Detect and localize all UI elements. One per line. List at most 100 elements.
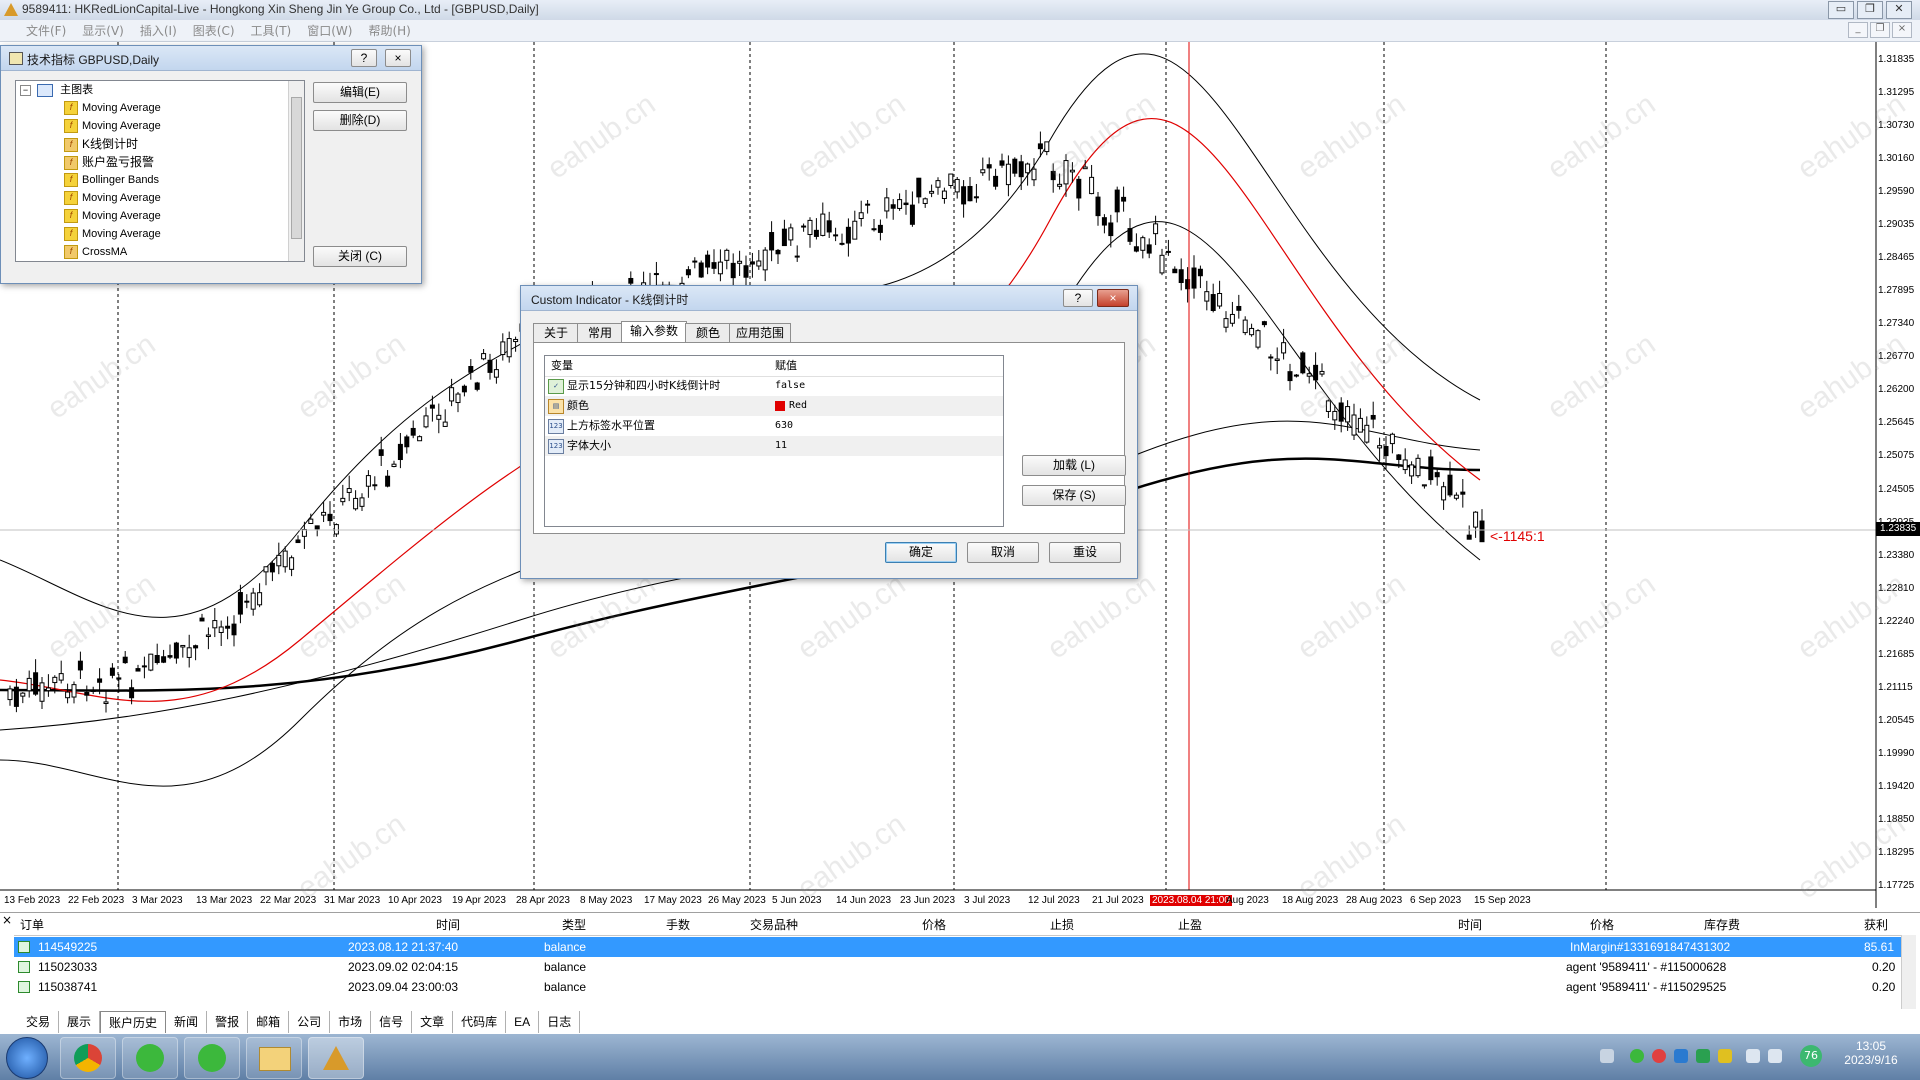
table-row[interactable]: 115038741 2023.09.04 23:00:03 balance ag… (14, 977, 1904, 997)
col-lots[interactable]: 手数 (666, 916, 690, 933)
edit-button[interactable]: 编辑(E) (313, 82, 407, 103)
start-orb-icon[interactable] (6, 1037, 48, 1079)
tree-scrollbar[interactable] (288, 81, 304, 261)
close-button[interactable]: 关闭 (C) (313, 246, 407, 267)
cancel-button[interactable]: 取消 (967, 542, 1039, 563)
tab-journal[interactable]: 日志 (539, 1011, 581, 1033)
tab-articles[interactable]: 文章 (412, 1011, 454, 1033)
param-value[interactable]: 630 (775, 416, 793, 436)
menu-file[interactable]: 文件(F) (18, 20, 74, 41)
header-value[interactable]: 赋值 (775, 356, 797, 376)
close-dialog-button[interactable]: × (1097, 289, 1129, 307)
menu-help[interactable]: 帮助(H) (360, 20, 418, 41)
table-row[interactable]: 114549225 2023.08.12 21:37:40 balance In… (14, 937, 1904, 957)
volume-icon[interactable] (1768, 1049, 1782, 1063)
shield-icon[interactable] (1696, 1049, 1710, 1063)
tree-root[interactable]: − 主图表 (20, 81, 93, 99)
sync-icon[interactable] (1630, 1049, 1644, 1063)
param-row[interactable]: ▤ 颜色 Red (545, 396, 1003, 416)
col-sl[interactable]: 止损 (1050, 916, 1074, 933)
tab-company[interactable]: 公司 (289, 1011, 331, 1033)
menu-tools[interactable]: 工具(T) (243, 20, 300, 41)
col-price[interactable]: 价格 (922, 916, 946, 933)
keyboard-icon[interactable] (1600, 1049, 1614, 1063)
tab-market[interactable]: 市场 (330, 1011, 372, 1033)
menu-window[interactable]: 窗口(W) (299, 20, 360, 41)
indicator-tree[interactable]: − 主图表 f Moving Average f Moving Average fK… (15, 80, 305, 262)
app-taskbar-button[interactable] (122, 1037, 178, 1079)
load-button[interactable]: 加载 (L) (1022, 455, 1126, 476)
col-type[interactable]: 类型 (562, 916, 586, 933)
app-taskbar-button[interactable] (184, 1037, 240, 1079)
color-swatch[interactable] (775, 401, 785, 411)
tree-item[interactable]: f Bollinger Bands (64, 171, 159, 189)
param-row[interactable]: 123 字体大小 11 (545, 436, 1003, 456)
param-value[interactable]: false (775, 376, 805, 396)
security-icon[interactable] (1652, 1049, 1666, 1063)
collapse-icon[interactable]: − (20, 84, 31, 96)
menu-view[interactable]: 显示(V) (74, 20, 132, 41)
close-window-button[interactable]: ✕ (1886, 1, 1912, 19)
menu-chart[interactable]: 图表(C) (185, 20, 243, 41)
tab-trade[interactable]: 交易 (18, 1011, 60, 1033)
mdi-restore-button[interactable]: ❐ (1870, 22, 1890, 38)
tree-item[interactable]: f K线倒计时 (64, 135, 138, 153)
col-close-price[interactable]: 价格 (1590, 916, 1614, 933)
tab-signals[interactable]: 信号 (371, 1011, 413, 1033)
delete-button[interactable]: 删除(D) (313, 110, 407, 131)
tab-about[interactable]: 关于 (533, 323, 579, 342)
col-time[interactable]: 时间 (436, 916, 460, 933)
terminal-scrollbar[interactable] (1901, 935, 1916, 1009)
tree-item[interactable]: f Moving Average (64, 225, 161, 243)
tab-visualization[interactable]: 应用范围 (729, 323, 791, 342)
tree-item[interactable]: f Moving Average (64, 117, 161, 135)
tree-item[interactable]: f 账户盈亏报警 (64, 153, 154, 171)
tab-colors[interactable]: 颜色 (685, 323, 731, 342)
clock[interactable]: 13:05 2023/9/16 (1836, 1039, 1906, 1067)
minimize-button[interactable]: ▭ (1828, 1, 1854, 19)
close-indicators-button[interactable]: × (385, 49, 411, 67)
tab-mailbox[interactable]: 邮箱 (248, 1011, 290, 1033)
indicators-window-titlebar[interactable]: 技术指标 GBPUSD,Daily ? × (1, 46, 421, 71)
parameters-table[interactable]: 变量 赋值 ✓ 显示15分钟和四小时K线倒计时 false ▤ 颜色 Red 1… (544, 355, 1004, 527)
chrome-taskbar-button[interactable] (60, 1037, 116, 1079)
metatrader-taskbar-button[interactable] (308, 1037, 364, 1079)
restore-button[interactable]: ❐ (1857, 1, 1883, 19)
tab-account-history[interactable]: 账户历史 (100, 1011, 167, 1033)
display-icon[interactable] (1746, 1049, 1760, 1063)
param-value[interactable]: Red (789, 396, 807, 416)
tree-item[interactable]: f Moving Average (64, 189, 161, 207)
mdi-minimize-button[interactable]: _ (1848, 22, 1868, 38)
save-button[interactable]: 保存 (S) (1022, 485, 1126, 506)
tab-news[interactable]: 新闻 (166, 1011, 208, 1033)
network-app-icon[interactable] (1674, 1049, 1688, 1063)
tab-code-base[interactable]: 代码库 (453, 1011, 507, 1033)
col-swap[interactable]: 库存费 (1704, 916, 1740, 933)
col-symbol[interactable]: 交易品种 (750, 916, 798, 933)
header-variable[interactable]: 变量 (551, 356, 573, 376)
tree-item[interactable]: f Moving Average (64, 99, 161, 117)
col-order[interactable]: 订单 (20, 916, 44, 933)
custom-indicator-titlebar[interactable]: Custom Indicator - K线倒计时 ? × (521, 286, 1137, 311)
param-row[interactable]: ✓ 显示15分钟和四小时K线倒计时 false (545, 376, 1003, 396)
tab-exposure[interactable]: 展示 (59, 1011, 101, 1033)
tab-inputs[interactable]: 输入参数 (621, 321, 687, 343)
tab-common[interactable]: 常用 (577, 323, 623, 342)
terminal-close-icon[interactable]: × (2, 913, 12, 927)
col-profit[interactable]: 获利 (1864, 916, 1888, 933)
menu-insert[interactable]: 插入(I) (132, 20, 185, 41)
explorer-taskbar-button[interactable] (246, 1037, 302, 1079)
scrollbar-thumb[interactable] (291, 97, 302, 239)
tab-alerts[interactable]: 警报 (207, 1011, 249, 1033)
ok-button[interactable]: 确定 (885, 542, 957, 563)
tree-item[interactable]: f CrossMA (64, 243, 127, 261)
col-tp[interactable]: 止盈 (1178, 916, 1202, 933)
star-icon[interactable] (1718, 1049, 1732, 1063)
reset-button[interactable]: 重设 (1049, 542, 1121, 563)
col-close-time[interactable]: 时间 (1458, 916, 1482, 933)
tree-item[interactable]: f Moving Average (64, 207, 161, 225)
help-button[interactable]: ? (351, 49, 377, 67)
param-value[interactable]: 11 (775, 436, 787, 456)
tab-experts[interactable]: EA (506, 1011, 540, 1033)
help-button[interactable]: ? (1063, 289, 1093, 307)
